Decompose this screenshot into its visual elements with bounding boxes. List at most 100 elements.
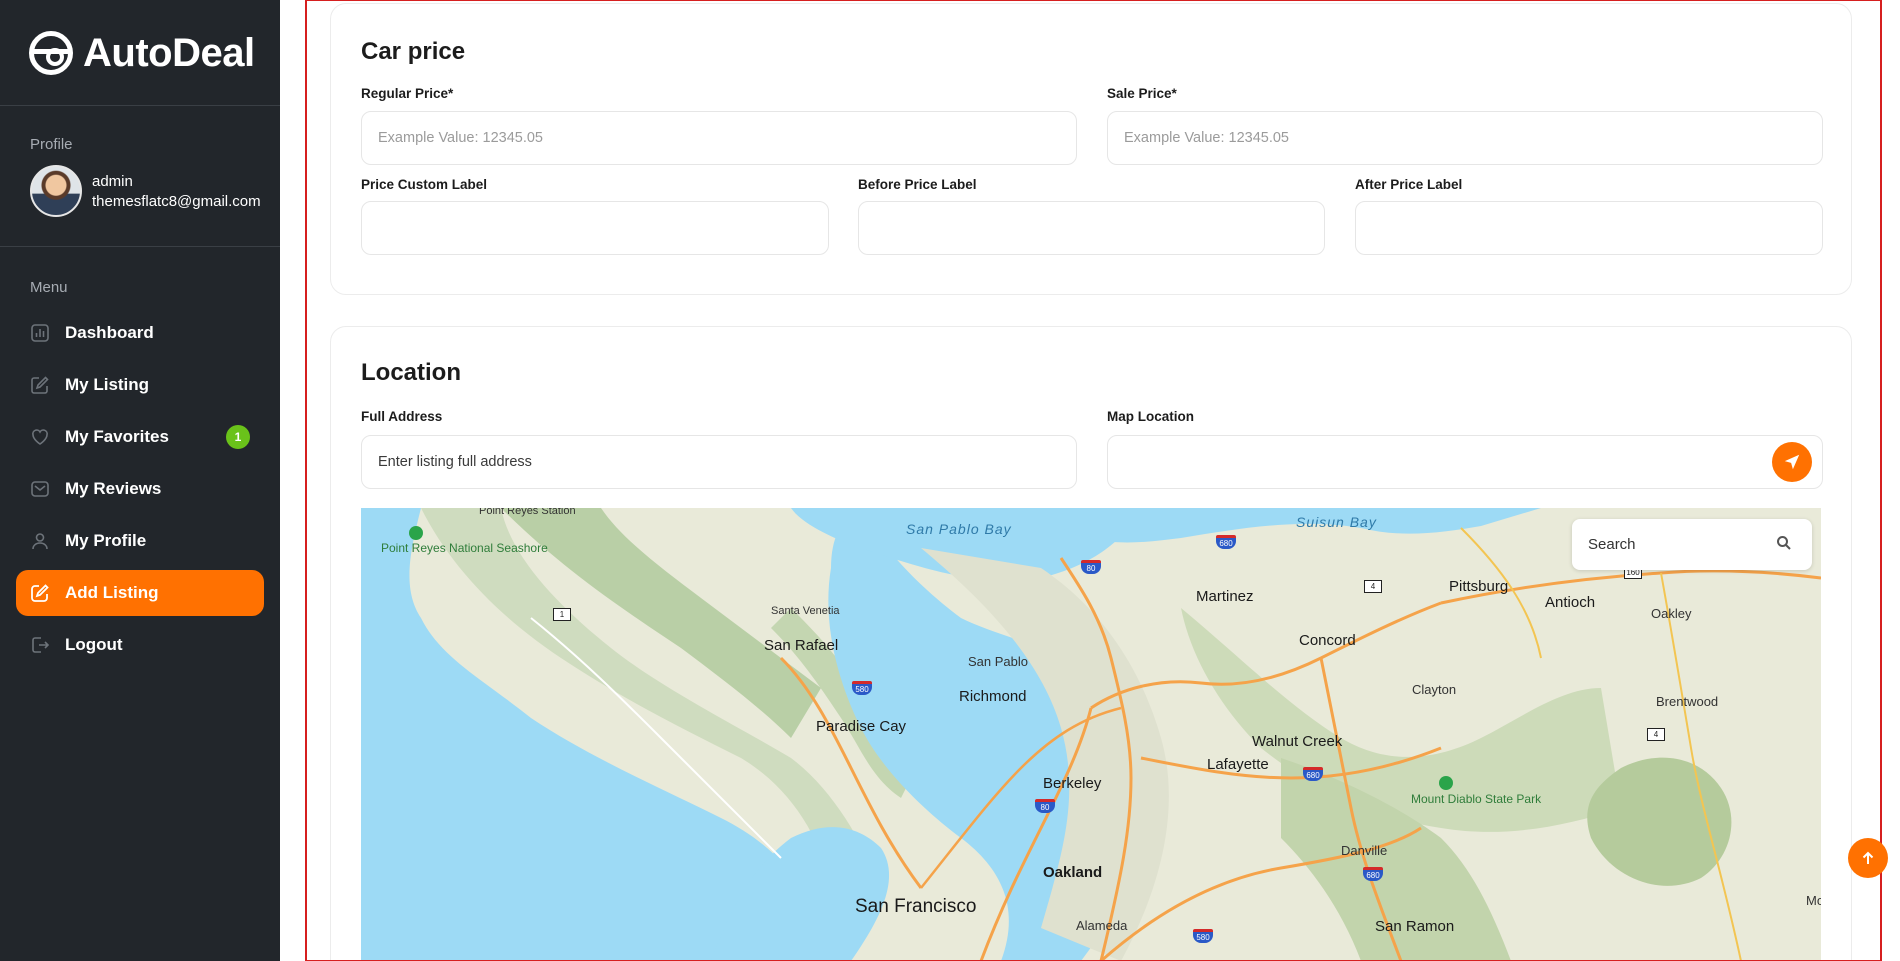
- full-address-label: Full Address: [361, 409, 443, 424]
- map-label: Santa Venetia: [771, 605, 840, 617]
- park-icon: [1439, 776, 1453, 790]
- avatar: [30, 165, 82, 217]
- map-label: Oakley: [1651, 606, 1692, 621]
- map-terrain: [361, 508, 1821, 961]
- brand-name: AutoDeal: [83, 30, 255, 75]
- map-label: Berkeley: [1043, 775, 1102, 792]
- map-label: San Rafael: [764, 637, 839, 654]
- arrow-up-icon: [1862, 851, 1874, 864]
- locate-button[interactable]: [1772, 442, 1812, 482]
- highlight-border-left: [305, 0, 307, 961]
- sidebar-item-label: Logout: [65, 635, 123, 654]
- sidebar-item-logout[interactable]: Logout: [16, 622, 264, 668]
- map-label: Pittsburg: [1449, 578, 1509, 595]
- favorites-count-badge: 1: [226, 425, 250, 449]
- map-label: Richmond: [959, 688, 1027, 705]
- map-label: Mount Diablo State Park: [1411, 792, 1542, 806]
- map-view[interactable]: Point Reyes Station Point Reyes National…: [361, 508, 1821, 961]
- map-label: Point Reyes National Seashore: [381, 541, 548, 555]
- scroll-to-top-button[interactable]: [1848, 838, 1888, 878]
- sidebar-item-my-profile[interactable]: My Profile: [16, 518, 264, 564]
- user-profile[interactable]: admin themesflatc8@gmail.com: [30, 165, 261, 217]
- highlight-border-right: [1880, 0, 1882, 961]
- before-price-label-label: Before Price Label: [858, 177, 977, 192]
- user-email: themesflatc8@gmail.com: [92, 192, 261, 210]
- route-shield: 4: [1647, 728, 1665, 741]
- route-shield: 680: [1303, 767, 1323, 781]
- map-label: Clayton: [1412, 682, 1457, 697]
- brand-logo[interactable]: AutoDeal: [29, 29, 255, 77]
- divider: [0, 246, 280, 247]
- map-label: Walnut Creek: [1252, 733, 1343, 750]
- profile-section-label: Profile: [30, 136, 73, 153]
- divider: [0, 105, 280, 106]
- sidebar-item-my-reviews[interactable]: My Reviews: [16, 466, 264, 512]
- full-address-input[interactable]: Enter listing full address: [361, 435, 1077, 489]
- steering-wheel-icon: [29, 31, 73, 75]
- map-label: Paradise Cay: [816, 718, 907, 735]
- map-label: Oakland: [1043, 864, 1103, 881]
- edit-icon: [30, 375, 50, 395]
- user-icon: [30, 531, 50, 551]
- sidebar: AutoDeal Profile admin themesflatc8@gmai…: [0, 0, 280, 961]
- sidebar-item-label: My Listing: [65, 375, 150, 394]
- map-label: Concord: [1299, 632, 1356, 649]
- sidebar-item-label: My Reviews: [65, 479, 162, 498]
- sidebar-item-label: My Profile: [65, 531, 147, 550]
- map-label: San Pablo: [968, 654, 1028, 669]
- sidebar-item-dashboard[interactable]: Dashboard: [16, 310, 264, 356]
- sidebar-item-label: Dashboard: [65, 323, 154, 342]
- menu-section-label: Menu: [30, 279, 68, 296]
- after-price-label-input[interactable]: [1355, 201, 1823, 255]
- add-listing-icon: [30, 583, 50, 603]
- route-shield: 680: [1216, 535, 1236, 549]
- sidebar-item-my-favorites[interactable]: My Favorites 1: [16, 414, 264, 460]
- chart-icon: [30, 323, 50, 343]
- review-icon: [30, 479, 50, 499]
- map-location-input[interactable]: [1107, 435, 1823, 489]
- route-shield: 80: [1035, 799, 1055, 813]
- map-search-placeholder: Search: [1588, 536, 1636, 553]
- highlight-border-top: [305, 0, 1882, 1]
- sidebar-item-label: My Favorites: [65, 427, 169, 446]
- map-label: Alameda: [1076, 918, 1128, 933]
- sidebar-menu: Dashboard My Listing My Favorites 1 My R…: [16, 310, 264, 674]
- map-label: San Ramon: [1375, 918, 1455, 935]
- map-search-input[interactable]: Search: [1572, 519, 1812, 570]
- route-shield: 580: [1193, 929, 1213, 943]
- logout-icon: [30, 635, 50, 655]
- price-custom-label-input[interactable]: [361, 201, 829, 255]
- sale-price-input[interactable]: Example Value: 12345.05: [1107, 111, 1823, 165]
- map-label: Lafayette: [1207, 756, 1269, 773]
- sale-price-label: Sale Price*: [1107, 86, 1177, 101]
- user-name: admin: [92, 172, 133, 190]
- search-icon: [1777, 536, 1791, 550]
- map-label: Suisun Bay: [1296, 514, 1377, 530]
- map-label: Mo: [1806, 893, 1821, 908]
- sidebar-item-my-listing[interactable]: My Listing: [16, 362, 264, 408]
- before-price-label-input[interactable]: [858, 201, 1325, 255]
- map-label: Point Reyes Station: [479, 508, 576, 517]
- price-custom-label-label: Price Custom Label: [361, 177, 488, 192]
- route-shield: 1: [553, 608, 571, 621]
- heart-icon: [30, 427, 50, 447]
- map-label: Antioch: [1545, 594, 1596, 611]
- location-title: Location: [361, 359, 461, 386]
- map-label: Brentwood: [1656, 694, 1719, 709]
- route-shield: 680: [1363, 867, 1383, 881]
- map-label: San Francisco: [855, 896, 977, 917]
- car-price-card: Car price Regular Price* Example Value: …: [330, 3, 1852, 295]
- navigation-arrow-icon: [1784, 454, 1800, 470]
- map-label: San Pablo Bay: [906, 521, 1012, 537]
- park-icon: [409, 526, 423, 540]
- map-location-label: Map Location: [1107, 409, 1194, 424]
- sidebar-item-add-listing[interactable]: Add Listing: [16, 570, 264, 616]
- route-shield: 580: [852, 681, 872, 695]
- route-shield: 80: [1081, 560, 1101, 574]
- route-shield: 4: [1364, 580, 1382, 593]
- sidebar-item-label: Add Listing: [65, 583, 159, 602]
- regular-price-input[interactable]: Example Value: 12345.05: [361, 111, 1077, 165]
- map-label: Danville: [1341, 843, 1388, 858]
- map-label: Martinez: [1196, 588, 1254, 605]
- regular-price-label: Regular Price*: [361, 86, 454, 101]
